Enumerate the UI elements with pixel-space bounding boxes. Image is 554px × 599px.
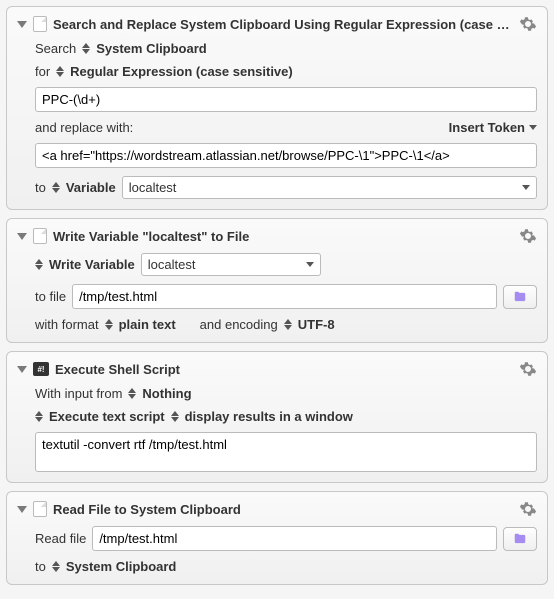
updown-icon[interactable]	[105, 319, 113, 330]
chevron-down-icon	[522, 185, 530, 190]
action-execute-shell: #! Execute Shell Script With input from …	[6, 351, 548, 483]
gear-icon[interactable]	[519, 15, 537, 33]
exec-mode[interactable]: Execute text script	[49, 409, 165, 424]
terminal-icon: #!	[33, 362, 49, 376]
updown-icon[interactable]	[128, 388, 136, 399]
disclosure-icon[interactable]	[17, 21, 27, 28]
file-path-input[interactable]	[92, 526, 497, 551]
action-header: Read File to System Clipboard	[17, 500, 537, 518]
updown-icon[interactable]	[52, 182, 60, 193]
chevron-down-icon	[529, 125, 537, 130]
encoding-value[interactable]: UTF-8	[298, 317, 335, 332]
variable-value: localtest	[129, 180, 516, 195]
choose-folder-button[interactable]	[503, 285, 537, 309]
read-file-label: Read file	[35, 531, 86, 546]
to-label: to	[35, 559, 46, 574]
action-title: Execute Shell Script	[55, 362, 513, 377]
format-value[interactable]: plain text	[119, 317, 176, 332]
disclosure-icon[interactable]	[17, 366, 27, 373]
input-value[interactable]: Nothing	[142, 386, 191, 401]
script-input[interactable]	[35, 432, 537, 472]
dest-type[interactable]: Variable	[66, 180, 116, 195]
search-source[interactable]: System Clipboard	[96, 41, 207, 56]
encoding-label: and encoding	[200, 317, 278, 332]
chevron-down-icon	[306, 262, 314, 267]
document-icon	[33, 228, 47, 244]
gear-icon[interactable]	[519, 500, 537, 518]
search-label: Search	[35, 41, 76, 56]
replacement-input[interactable]	[35, 143, 537, 168]
updown-icon[interactable]	[35, 259, 43, 270]
updown-icon[interactable]	[56, 66, 64, 77]
dest-value[interactable]: System Clipboard	[66, 559, 177, 574]
variable-value: localtest	[148, 257, 300, 272]
gear-icon[interactable]	[519, 227, 537, 245]
clipboard-icon	[33, 16, 47, 32]
input-label: With input from	[35, 386, 122, 401]
action-read-file: Read File to System Clipboard Read file …	[6, 491, 548, 585]
pattern-input[interactable]	[35, 87, 537, 112]
insert-token-label: Insert Token	[449, 120, 525, 135]
document-icon	[33, 501, 47, 517]
for-label: for	[35, 64, 50, 79]
format-label: with format	[35, 317, 99, 332]
variable-select[interactable]: localtest	[141, 253, 321, 276]
action-write-variable: Write Variable "localtest" to File Write…	[6, 218, 548, 343]
action-title: Read File to System Clipboard	[53, 502, 513, 517]
choose-folder-button[interactable]	[503, 527, 537, 551]
to-label: to	[35, 180, 46, 195]
action-title: Search and Replace System Clipboard Usin…	[53, 17, 513, 32]
insert-token-button[interactable]: Insert Token	[449, 120, 537, 135]
action-search-replace: Search and Replace System Clipboard Usin…	[6, 6, 548, 210]
file-path-input[interactable]	[72, 284, 497, 309]
action-title: Write Variable "localtest" to File	[53, 229, 513, 244]
action-header: Search and Replace System Clipboard Usin…	[17, 15, 537, 33]
updown-icon[interactable]	[284, 319, 292, 330]
display-mode[interactable]: display results in a window	[185, 409, 353, 424]
variable-select[interactable]: localtest	[122, 176, 537, 199]
disclosure-icon[interactable]	[17, 233, 27, 240]
gear-icon[interactable]	[519, 360, 537, 378]
to-file-label: to file	[35, 289, 66, 304]
regex-mode[interactable]: Regular Expression (case sensitive)	[70, 64, 293, 79]
disclosure-icon[interactable]	[17, 506, 27, 513]
replace-label: and replace with:	[35, 120, 133, 135]
write-var-label[interactable]: Write Variable	[49, 257, 135, 272]
updown-icon[interactable]	[171, 411, 179, 422]
updown-icon[interactable]	[52, 561, 60, 572]
updown-icon[interactable]	[82, 43, 90, 54]
action-header: #! Execute Shell Script	[17, 360, 537, 378]
updown-icon[interactable]	[35, 411, 43, 422]
action-header: Write Variable "localtest" to File	[17, 227, 537, 245]
